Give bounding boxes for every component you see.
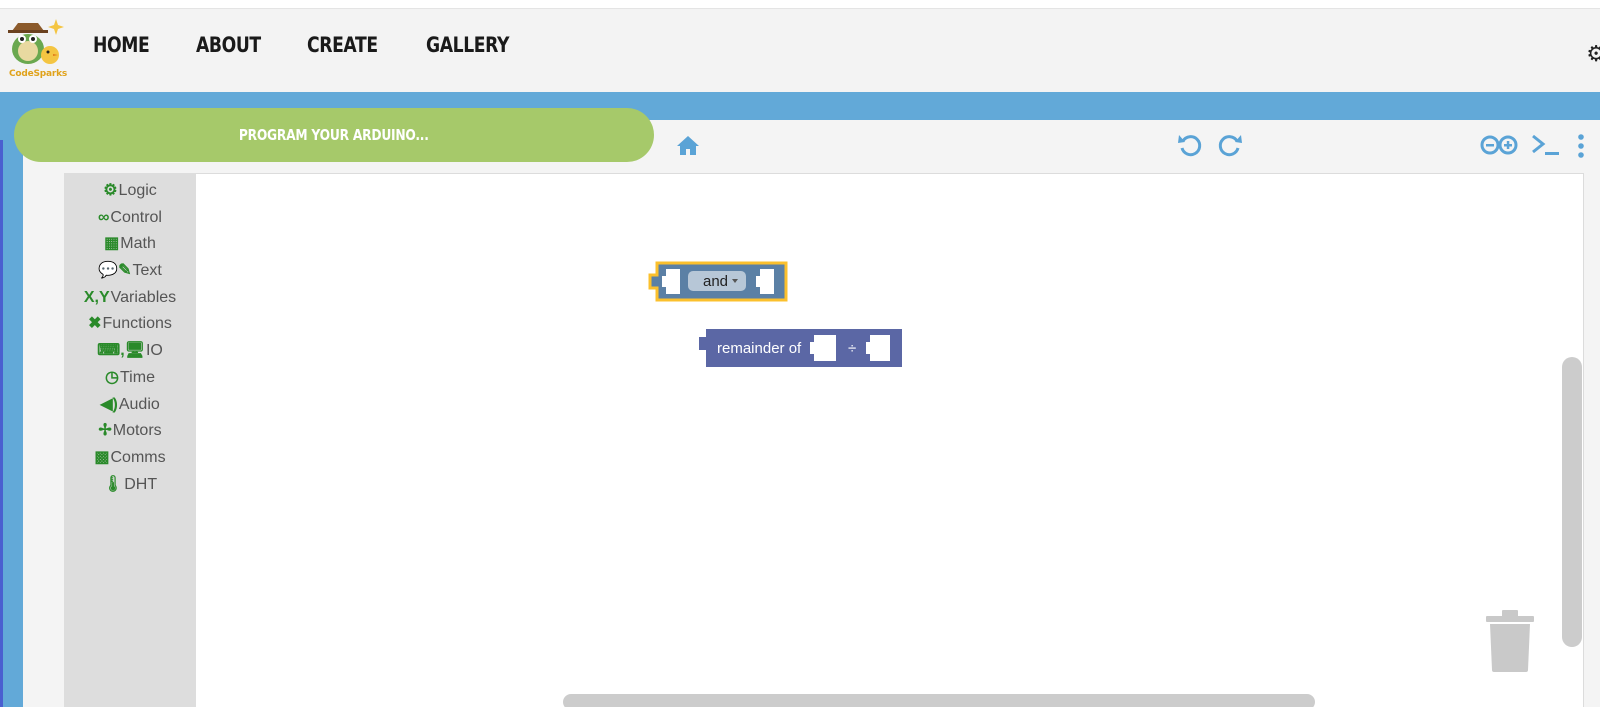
left-edge-strip [0, 140, 3, 707]
home-icon[interactable] [676, 134, 700, 161]
category-variables[interactable]: X,YVariables [64, 286, 196, 310]
category-dht[interactable]: 🌡DHT [64, 473, 196, 497]
speech-pencil-icon: 💬✎ [98, 262, 132, 279]
thermometer-icon: 🌡 [102, 476, 124, 493]
logic-and-block[interactable]: and [648, 260, 792, 304]
category-math[interactable]: ▦Math [64, 232, 196, 256]
clock-icon: ◷ [105, 369, 119, 386]
codesparks-logo[interactable]: CodeSparks [6, 17, 67, 79]
fan-icon: ✢ [98, 422, 112, 439]
keyboard-monitor-icon: ⌨,🖥 [97, 342, 145, 359]
logo-text: CodeSparks [8, 69, 68, 79]
nav-gallery-link[interactable]: GALLERY [426, 33, 510, 57]
crocodile-mascot-icon [8, 19, 64, 64]
category-comms[interactable]: ▩Comms [64, 446, 196, 470]
program-title-banner: PROGRAM YOUR ARDUINO... [14, 108, 654, 162]
nav-home-link[interactable]: HOME [93, 33, 150, 57]
trash-icon[interactable] [1486, 610, 1534, 677]
terminal-icon[interactable] [1531, 132, 1561, 163]
math-remainder-block[interactable]: remainder of ÷ [698, 328, 904, 370]
category-text[interactable]: 💬✎Text [64, 259, 196, 283]
program-title-text: PROGRAM YOUR ARDUINO... [239, 126, 429, 144]
grid-icon: ▩ [94, 449, 110, 466]
vertical-scrollbar[interactable] [1562, 357, 1582, 647]
category-control[interactable]: ∞Control [64, 206, 196, 230]
category-io[interactable]: ⌨,🖥IO [64, 339, 196, 363]
nav-create-link[interactable]: CREATE [307, 33, 378, 57]
blockly-toolbox: ⚙Logic ∞Control ▦Math 💬✎Text X,YVariable… [64, 173, 196, 707]
horizontal-scrollbar[interactable] [563, 694, 1315, 707]
more-options-icon[interactable] [1577, 134, 1585, 163]
divide-symbol: ÷ [848, 340, 856, 357]
redo-icon[interactable] [1217, 132, 1243, 163]
logic-operator-dropdown[interactable]: and [703, 273, 728, 290]
remainder-label: remainder of [717, 340, 802, 357]
tools-icon: ✖ [88, 315, 102, 332]
gear-icon: ⚙ [103, 182, 118, 199]
infinity-icon: ∞ [98, 209, 110, 226]
category-motors[interactable]: ✢Motors [64, 419, 196, 443]
category-functions[interactable]: ✖Functions [64, 312, 196, 336]
arduino-upload-icon[interactable] [1480, 134, 1518, 161]
top-navigation: CodeSparks HOME ABOUT CREATE GALLERY ⚙ [0, 8, 1600, 92]
category-audio[interactable]: ◀)Audio [64, 393, 196, 417]
xy-variables-icon: X,Y [83, 289, 110, 306]
category-time[interactable]: ◷Time [64, 366, 196, 390]
nav-about-link[interactable]: ABOUT [196, 33, 261, 57]
speaker-icon: ◀) [100, 396, 118, 413]
settings-gear-icon[interactable]: ⚙ [1586, 41, 1600, 67]
category-logic[interactable]: ⚙Logic [64, 179, 196, 203]
calculator-icon: ▦ [104, 235, 120, 252]
undo-icon[interactable] [1177, 132, 1203, 163]
blockly-workspace[interactable] [196, 173, 1584, 707]
